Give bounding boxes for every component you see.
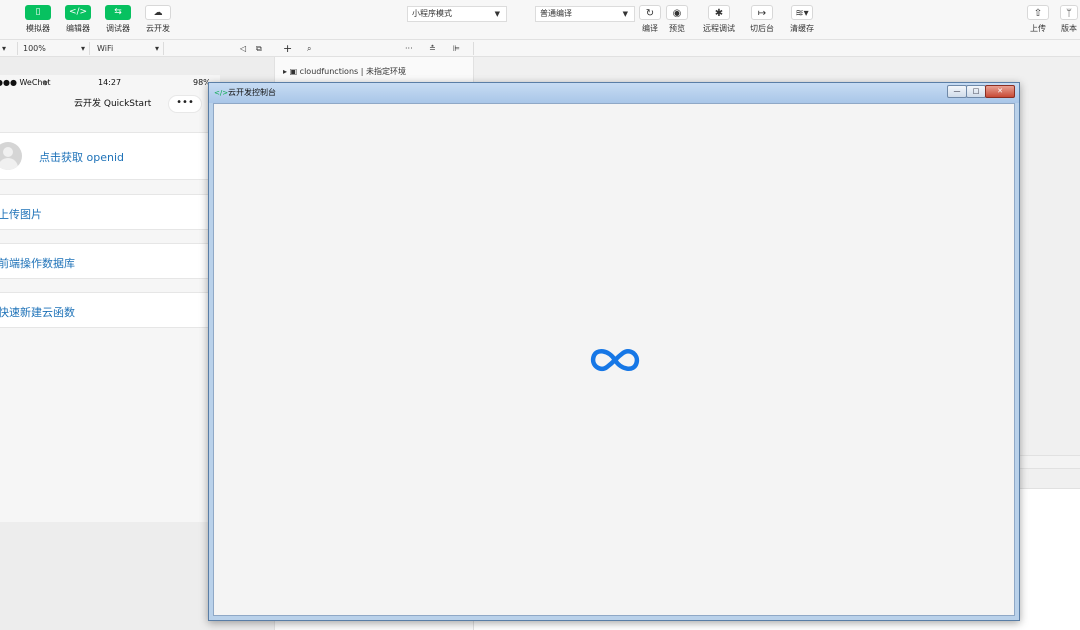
- collapse-icon[interactable]: ⊫: [453, 40, 460, 57]
- phone-screen: ●●● WeChat ᯤ 14:27 98% 云开发 QuickStart ••…: [0, 75, 220, 522]
- clear-cache-button[interactable]: ≋▾ 清缓存: [784, 5, 820, 34]
- divider: [17, 42, 18, 55]
- editor-button[interactable]: </> 编辑器: [58, 5, 98, 34]
- cloud-icon: ☁: [145, 5, 171, 20]
- search-icon[interactable]: ⌕: [307, 40, 311, 57]
- network-value: WiFi: [97, 44, 114, 53]
- cloud-console-window: </> 云开发控制台 — □ ✕: [208, 82, 1020, 621]
- avatar-body: [0, 158, 18, 170]
- compile-select-value: 普通编译: [540, 9, 572, 18]
- divider: [473, 42, 474, 55]
- switch-icon: ↦: [751, 5, 773, 20]
- divider: [163, 42, 164, 55]
- simulator-button[interactable]: ▯ 模拟器: [18, 5, 58, 34]
- preview-button[interactable]: ◉ 预览: [659, 5, 695, 34]
- upload-icon: ⇧: [1027, 5, 1049, 20]
- status-bar: ●●● WeChat ᯤ 14:27 98%: [0, 75, 220, 91]
- maximize-icon: □: [972, 87, 980, 95]
- close-icon: ✕: [997, 87, 1003, 95]
- bug-icon: ✱: [708, 5, 730, 20]
- sort-icon[interactable]: ≛: [429, 40, 436, 57]
- more-icon[interactable]: ···: [405, 40, 413, 57]
- database-label: 前端操作数据库: [0, 257, 75, 270]
- layers-icon: ≋▾: [791, 5, 813, 20]
- main-toolbar: ▯ 模拟器 </> 编辑器 ⇆ 调试器 ☁ 云开发 小程序模式 ▼ 普通编译 ▼…: [0, 0, 1080, 40]
- window-title: 云开发控制台: [228, 88, 276, 97]
- upload-label: 上传: [1030, 24, 1046, 33]
- editor-label: 编辑器: [66, 24, 90, 33]
- cloud-button[interactable]: ☁ 云开发: [138, 5, 178, 34]
- divider: [89, 42, 90, 55]
- background-button[interactable]: ↦ 切后台: [744, 5, 780, 34]
- sub-toolbar: ▾ 100% ▾ WiFi ▾ ◁ ⧉ + ⌕ ··· ≛ ⊫: [0, 40, 1080, 57]
- version-button[interactable]: ᛘ 版本: [1058, 5, 1080, 34]
- mode-select[interactable]: 小程序模式 ▼: [407, 6, 507, 22]
- upload-button[interactable]: ⇧ 上传: [1020, 5, 1056, 34]
- more-icon: •••: [176, 97, 194, 108]
- add-icon[interactable]: +: [283, 40, 292, 57]
- cloud-label: 云开发: [146, 24, 170, 33]
- upload-image-label: 上传图片: [0, 208, 42, 221]
- window-content: [213, 103, 1015, 616]
- chevron-down-icon[interactable]: ▾: [2, 40, 6, 57]
- code-icon: </>: [65, 5, 91, 20]
- zoom-value: 100%: [23, 44, 46, 53]
- chevron-down-icon: ▼: [494, 10, 500, 18]
- network-select[interactable]: WiFi ▾: [97, 40, 159, 57]
- debug-icon: ⇆: [105, 5, 131, 20]
- close-button[interactable]: ✕: [985, 85, 1015, 98]
- code-icon: </>: [214, 89, 229, 97]
- loading-infinity-icon: [590, 348, 640, 372]
- tree-item-cloudfunctions[interactable]: ▸ ▣ cloudfunctions | 未指定环境: [283, 66, 406, 77]
- phone-icon: ▯: [25, 5, 51, 20]
- capsule-menu-button[interactable]: •••: [168, 95, 202, 113]
- cloud-function-card[interactable]: 快速新建云函数: [0, 292, 220, 328]
- debugger-label: 调试器: [106, 24, 130, 33]
- upload-image-card[interactable]: 上传图片: [0, 194, 220, 230]
- database-card[interactable]: 前端操作数据库: [0, 243, 220, 279]
- minimize-icon: —: [953, 87, 961, 95]
- simulator-label: 模拟器: [26, 24, 50, 33]
- openid-label: 点击获取 openid: [39, 151, 124, 164]
- cloudfunctions-label: cloudfunctions | 未指定环境: [299, 67, 406, 76]
- wifi-icon: ᯤ: [42, 79, 49, 87]
- nav-title: 云开发 QuickStart: [74, 99, 152, 109]
- avatar-head: [3, 147, 13, 157]
- popout-icon[interactable]: ⧉: [256, 40, 262, 57]
- cloud-function-label: 快速新建云函数: [0, 306, 75, 319]
- remote-debug-label: 远程调试: [703, 24, 735, 33]
- caret-right-icon: ▸: [283, 67, 288, 76]
- chevron-down-icon: ▾: [154, 44, 159, 53]
- volume-icon[interactable]: ◁: [240, 40, 246, 57]
- maximize-button[interactable]: □: [966, 85, 986, 98]
- preview-label: 预览: [669, 24, 685, 33]
- mode-select-value: 小程序模式: [412, 9, 452, 18]
- status-time: 14:27: [98, 78, 122, 87]
- clear-cache-label: 清缓存: [790, 24, 814, 33]
- openid-card[interactable]: 点击获取 openid: [0, 132, 220, 180]
- chevron-down-icon: ▼: [622, 10, 628, 18]
- zoom-select[interactable]: 100% ▾: [23, 40, 85, 57]
- chevron-down-icon: ▾: [80, 44, 85, 53]
- eye-icon: ◉: [666, 5, 688, 20]
- minimize-button[interactable]: —: [947, 85, 967, 98]
- folder-icon: ▣: [289, 67, 298, 76]
- background-label: 切后台: [750, 24, 774, 33]
- window-titlebar[interactable]: </> 云开发控制台 — □ ✕: [209, 83, 1019, 103]
- remote-debug-button[interactable]: ✱ 远程调试: [701, 5, 737, 34]
- version-label: 版本: [1061, 24, 1077, 33]
- debugger-button[interactable]: ⇆ 调试器: [98, 5, 138, 34]
- branch-icon: ᛘ: [1060, 5, 1078, 20]
- refresh-icon: ↻: [639, 5, 661, 20]
- avatar: [0, 142, 22, 170]
- compile-select[interactable]: 普通编译 ▼: [535, 6, 635, 22]
